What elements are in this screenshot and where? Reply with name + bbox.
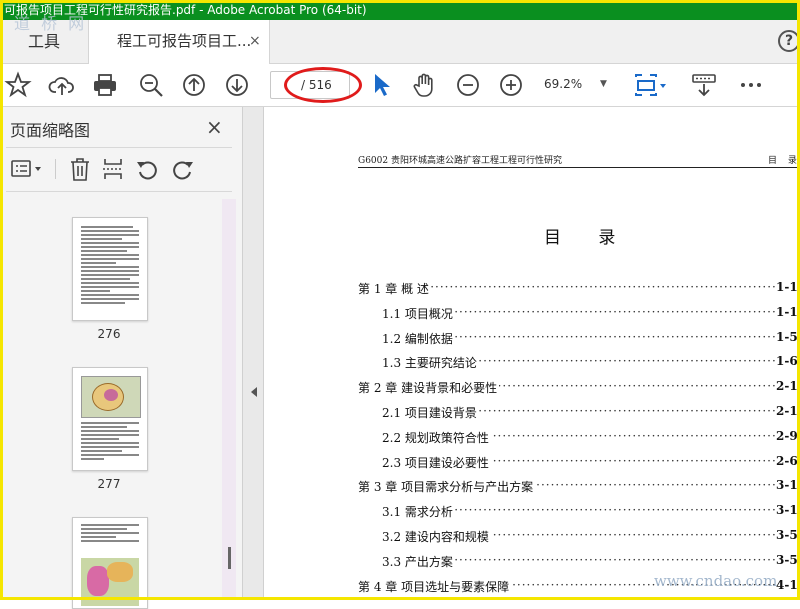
watermark-top: 道 桥 网 <box>14 14 88 33</box>
screenshot-frame <box>0 0 800 600</box>
